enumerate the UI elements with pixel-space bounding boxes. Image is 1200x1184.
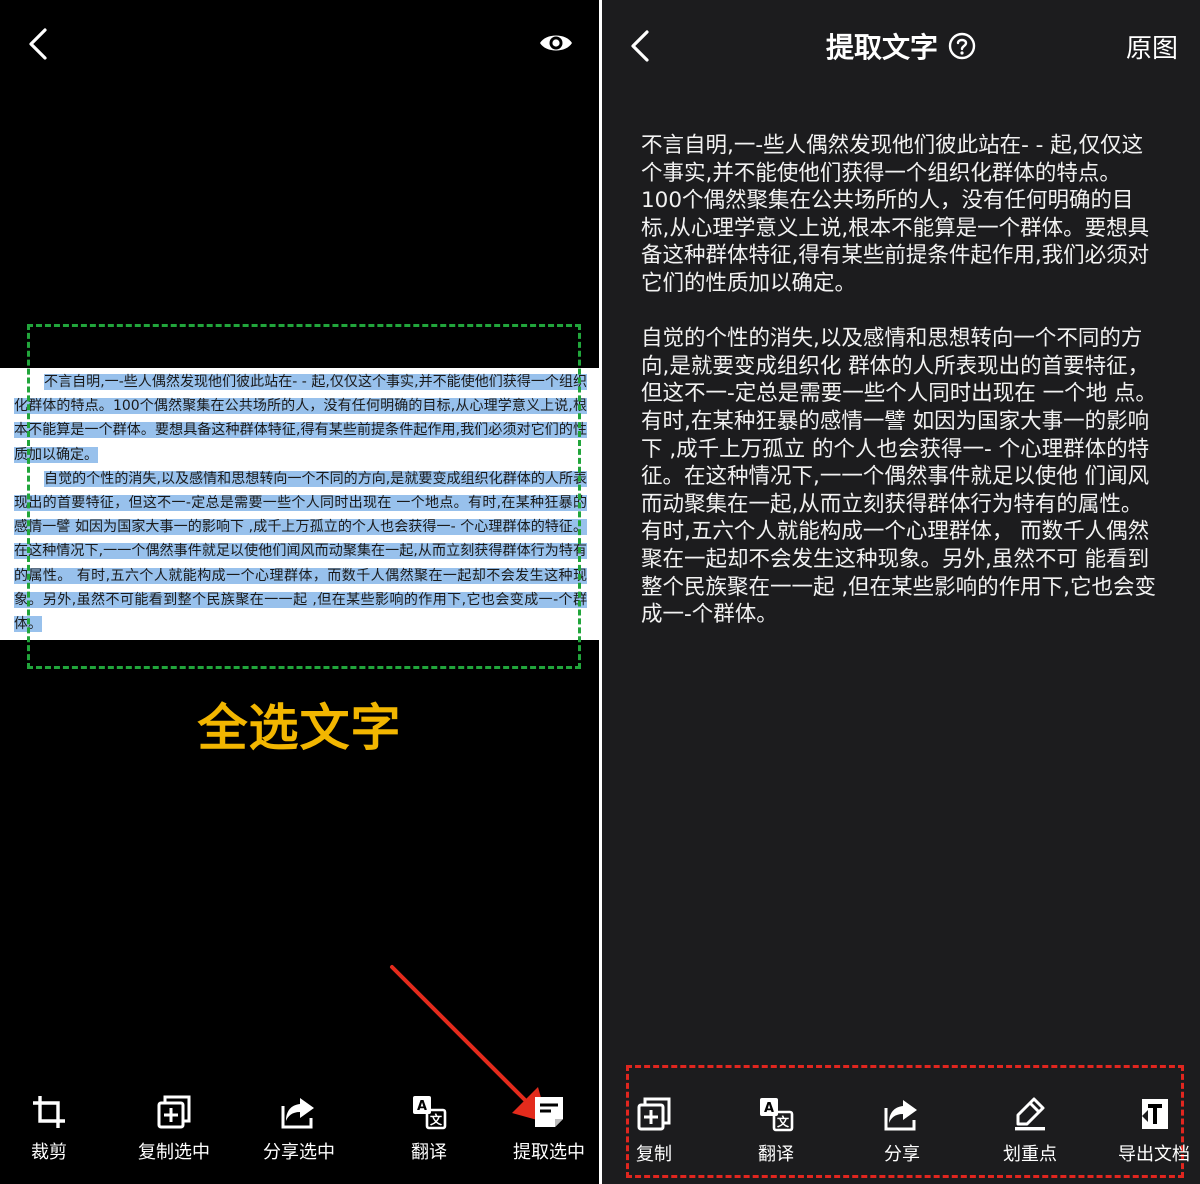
export-doc-label: 导出文档 <box>1118 1144 1190 1165</box>
share-label: 分享 <box>884 1144 920 1165</box>
preview-button[interactable] <box>534 26 578 60</box>
annotation-caption: 全选文字 <box>197 699 402 757</box>
translate-button[interactable]: A 文 翻译 <box>394 1092 464 1164</box>
export-doc-button[interactable]: 导出文档 <box>1110 1094 1198 1166</box>
extracted-text[interactable]: 不言自明,一-些人偶然发现他们彼此站在- - 起,仅仅这个事实,并不能使他们获得… <box>641 132 1161 629</box>
svg-text:文: 文 <box>430 1112 443 1127</box>
svg-text:文: 文 <box>777 1114 790 1129</box>
copy-button[interactable]: 复制 <box>624 1094 684 1166</box>
svg-text:A: A <box>764 1101 774 1116</box>
share-icon <box>884 1100 917 1131</box>
copy-selected-button[interactable]: 复制选中 <box>124 1092 224 1164</box>
highlight-label: 划重点 <box>1003 1144 1057 1165</box>
share-icon <box>281 1098 314 1129</box>
translate-label: 翻译 <box>411 1142 447 1163</box>
share-selected-button[interactable]: 分享选中 <box>249 1092 349 1164</box>
eye-icon <box>540 35 572 51</box>
translate-icon: A 文 <box>760 1098 794 1132</box>
extract-icon <box>535 1097 563 1127</box>
extract-selected-button[interactable]: 提取选中 <box>499 1092 599 1164</box>
crop-label: 裁剪 <box>31 1142 67 1163</box>
help-icon <box>948 32 976 59</box>
extract-selected-label: 提取选中 <box>513 1142 585 1163</box>
export-doc-icon <box>1142 1099 1168 1129</box>
copy-icon <box>637 1097 671 1131</box>
highlighter-icon <box>1015 1097 1045 1131</box>
crop-button[interactable]: 裁剪 <box>14 1092 84 1164</box>
translate-label: 翻译 <box>758 1144 794 1165</box>
bottom-toolbar: 裁剪 复制选中 分享选中 A 文 翻译 提取选中 <box>0 1092 599 1172</box>
help-button[interactable] <box>948 32 976 67</box>
copy-icon <box>157 1095 191 1129</box>
crop-icon <box>33 1096 65 1128</box>
share-selected-label: 分享选中 <box>263 1142 335 1163</box>
highlight-button[interactable]: 划重点 <box>990 1094 1070 1166</box>
svg-text:A: A <box>417 1099 427 1114</box>
share-button[interactable]: 分享 <box>872 1094 932 1166</box>
translate-button[interactable]: A 文 翻译 <box>746 1094 806 1166</box>
original-image-button[interactable]: 原图 <box>1126 28 1178 65</box>
right-screen: 提取文字 原图 不言自明,一-些人偶然发现他们彼此站在- - 起,仅仅这个事实,… <box>602 0 1200 1184</box>
copy-selected-label: 复制选中 <box>138 1142 210 1163</box>
back-button[interactable] <box>18 22 58 66</box>
extracted-paragraph: 不言自明,一-些人偶然发现他们彼此站在- - 起,仅仅这个事实,并不能使他们获得… <box>641 133 1150 296</box>
chevron-left-icon <box>29 28 47 60</box>
page-title-bar: 提取文字 <box>602 26 1200 67</box>
extracted-paragraph: 自觉的个性的消失,以及感情和思想转向一个不同的方向,是就要变成组织化 群体的人所… <box>641 326 1157 628</box>
translate-icon: A 文 <box>413 1096 447 1130</box>
copy-label: 复制 <box>636 1144 672 1165</box>
selection-frame <box>27 324 581 669</box>
page-title: 提取文字 <box>825 31 938 64</box>
bottom-toolbar: 复制 A 文 翻译 分享 划重点 导出文档 <box>602 1094 1200 1174</box>
left-screen: 不言自明,一-些人偶然发现他们彼此站在- - 起,仅仅这个事实,并不能使他们获得… <box>0 0 599 1184</box>
